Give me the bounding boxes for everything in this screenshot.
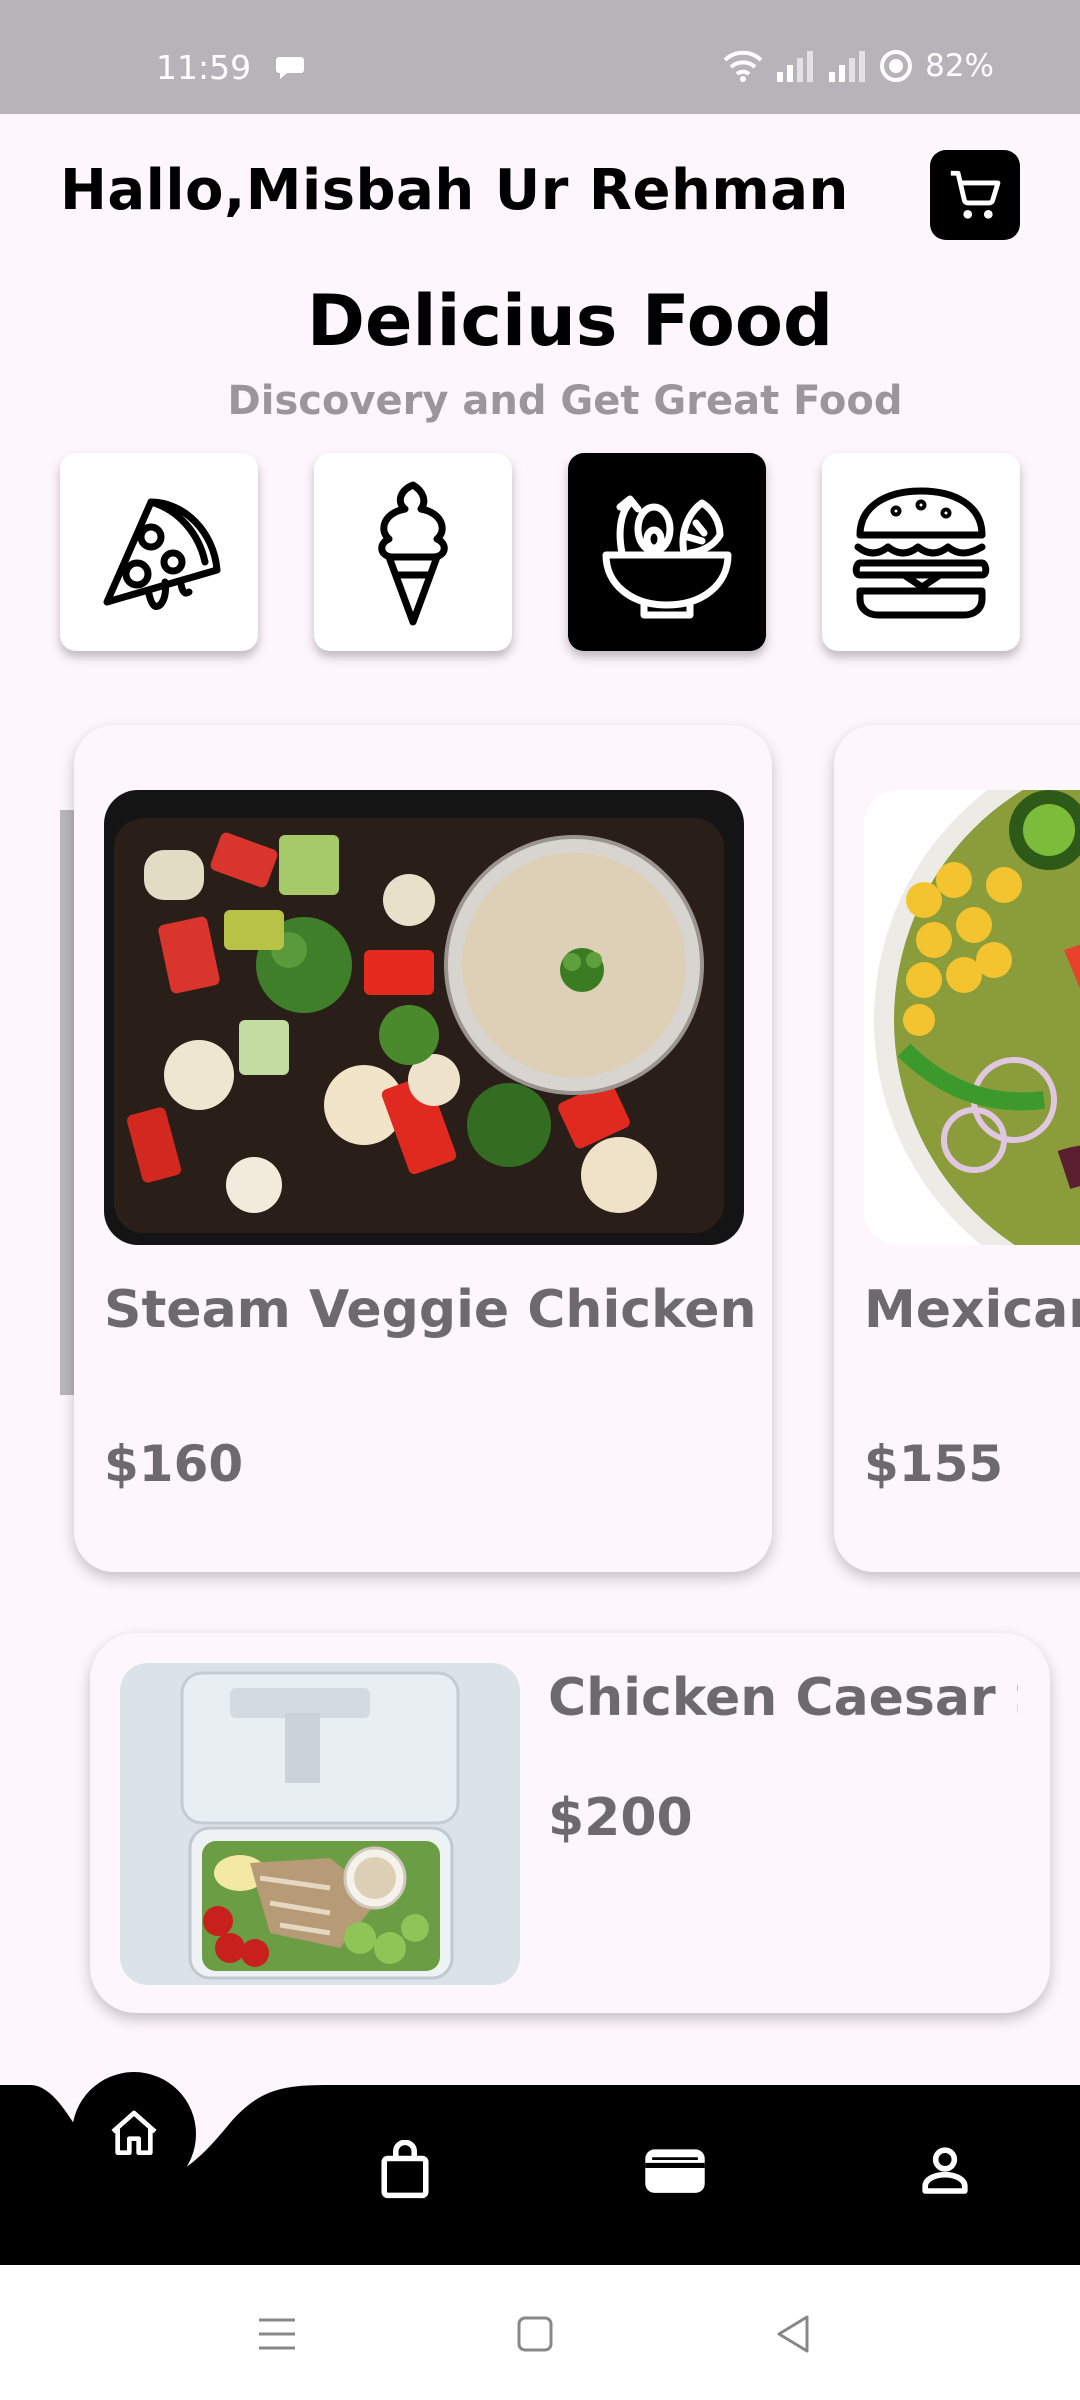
recent-apps-button[interactable] xyxy=(252,2309,302,2359)
system-home-button[interactable] xyxy=(510,2309,560,2359)
message-icon xyxy=(276,57,304,79)
system-back-button[interactable] xyxy=(768,2309,818,2359)
food-price: $155 xyxy=(864,1435,1004,1493)
battery-icon xyxy=(880,50,913,82)
food-list-item[interactable]: Chicken Caesar Salad $200 xyxy=(90,1633,1050,2013)
category-pizza[interactable] xyxy=(60,453,258,651)
shopping-bag-icon xyxy=(381,2140,429,2199)
cart-icon xyxy=(950,170,1001,219)
menu-icon xyxy=(259,2318,295,2350)
food-card[interactable]: Mexican $155 xyxy=(834,725,1080,1572)
cart-button[interactable] xyxy=(930,150,1020,240)
pizza-icon xyxy=(103,498,221,610)
nav-profile[interactable] xyxy=(910,2135,980,2205)
nav-wallet[interactable] xyxy=(640,2135,710,2205)
status-bar: 11:59 82% xyxy=(0,0,1080,114)
category-ice-cream[interactable] xyxy=(314,453,512,651)
greeting: Hallo,Misbah Ur Rehman xyxy=(60,158,849,223)
food-image xyxy=(864,790,1080,1245)
square-icon xyxy=(517,2316,553,2352)
category-salad[interactable] xyxy=(568,453,766,651)
food-name: Mexican xyxy=(864,1280,1080,1340)
home-icon xyxy=(111,2110,157,2155)
food-price: $160 xyxy=(104,1435,244,1493)
nav-orders[interactable] xyxy=(370,2135,440,2205)
wifi-icon xyxy=(723,50,763,82)
battery-level: 82% xyxy=(925,48,994,84)
nav-home[interactable] xyxy=(72,2072,196,2196)
ice-cream-icon xyxy=(378,481,448,626)
status-indicators: 82% xyxy=(723,48,994,84)
category-burger[interactable] xyxy=(822,453,1020,651)
signal-icon-2 xyxy=(829,51,866,82)
profile-icon xyxy=(922,2147,968,2194)
status-time: 11:59 xyxy=(156,48,252,87)
burger-icon xyxy=(852,487,990,619)
food-image xyxy=(120,1663,520,1985)
page-subtitle: Discovery and Get Great Food xyxy=(227,378,903,424)
back-triangle-icon xyxy=(777,2315,809,2353)
category-row xyxy=(60,453,1020,651)
food-name: Chicken Caesar Salad xyxy=(548,1668,1018,1728)
food-name: Steam Veggie Chicken xyxy=(104,1280,757,1340)
salad-bowl-icon xyxy=(602,495,732,619)
food-image xyxy=(104,790,744,1245)
food-card[interactable]: Steam Veggie Chicken $160 xyxy=(74,725,772,1572)
food-price: $200 xyxy=(548,1788,693,1848)
wallet-icon xyxy=(645,2149,705,2193)
page-title: Delicius Food xyxy=(306,280,834,362)
signal-icon xyxy=(777,51,814,82)
system-nav-bar xyxy=(0,2265,1080,2400)
